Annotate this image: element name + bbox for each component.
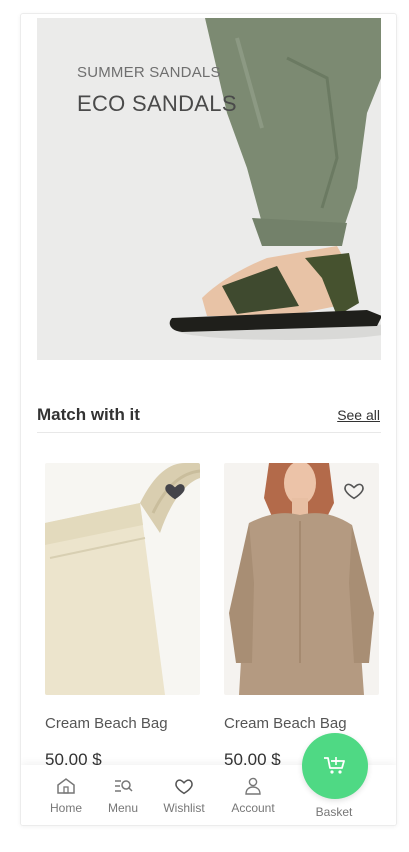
hero-banner[interactable]: SUMMER SANDALS ECO SANDALS [37,18,381,360]
divider [37,432,381,433]
home-icon [57,778,75,794]
nav-label-account: Account [231,801,275,815]
product-name[interactable]: Cream Beach Bag [45,715,200,732]
product-image[interactable] [45,463,200,695]
nav-label-menu: Menu [107,801,139,815]
nav-item-menu[interactable]: Menu [93,777,153,815]
basket-add-icon [324,757,345,774]
product-image[interactable] [224,463,379,695]
see-all-link[interactable]: See all [337,407,380,423]
section-title: Match with it [37,405,140,424]
hero-subtitle: SUMMER SANDALS [77,64,221,81]
app-frame: SUMMER SANDALS ECO SANDALS Match with it… [20,13,397,826]
user-icon [245,777,261,795]
product-name[interactable]: Cream Beach Bag [224,715,379,732]
nav-label-basket: Basket [315,805,353,819]
nav-item-account[interactable]: Account [223,777,283,815]
hero-title: ECO SANDALS [77,91,237,116]
product-card[interactable]: Cream Beach Bag 50.00 $ [224,463,379,770]
product-card[interactable]: Cream Beach Bag 50.00 $ [45,463,200,770]
basket-button[interactable] [302,733,368,799]
nav-label-home: Home [49,801,82,815]
menu-search-icon [115,780,133,792]
nav-item-home[interactable]: Home [36,777,96,815]
heart-icon [175,779,193,795]
nav-label-wishlist: Wishlist [163,801,205,815]
nav-item-wishlist[interactable]: Wishlist [154,777,214,815]
heart-outline-icon[interactable] [343,480,365,502]
heart-filled-icon[interactable] [164,480,186,502]
nav-item-basket[interactable]: Basket [304,805,364,819]
